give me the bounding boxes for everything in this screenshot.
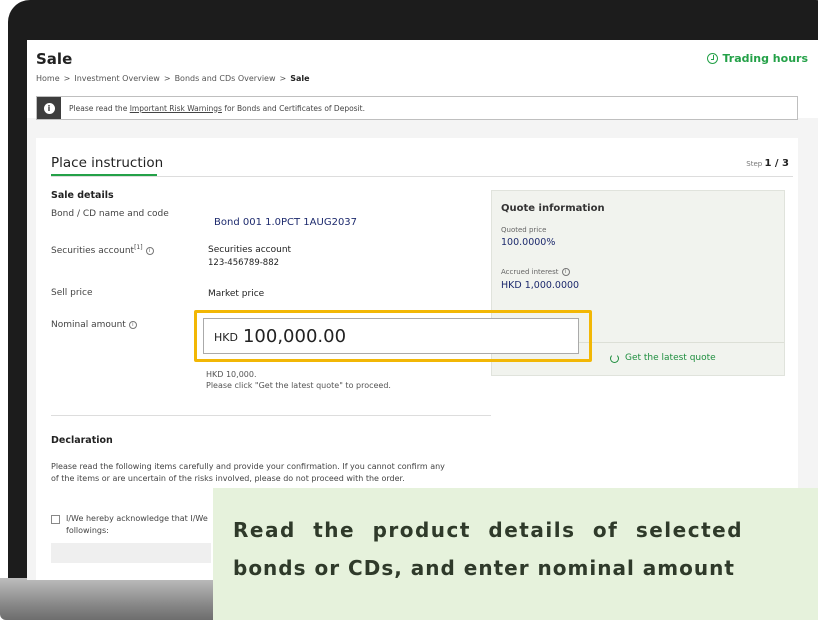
breadcrumb-separator: > (163, 74, 171, 83)
trading-hours-link[interactable]: Trading hours (707, 52, 808, 65)
divider (51, 415, 491, 416)
divider (51, 176, 793, 177)
caption-line-2: bonds or CDs, and enter nominal amount (233, 556, 735, 580)
breadcrumb-bonds-overview[interactable]: Bonds and CDs Overview (175, 74, 276, 83)
acknowledge-label-line-1: I/We hereby acknowledge that I/We (66, 514, 208, 523)
info-icon[interactable]: i (128, 320, 137, 329)
step-counter: Step 1 / 3 (746, 158, 789, 169)
bond-name-label: Bond / CD name and code (51, 209, 169, 219)
nominal-label-text: Nominal amount (51, 320, 126, 330)
quoted-price-label: Quoted price (501, 226, 547, 234)
breadcrumb-separator: > (279, 74, 287, 83)
step-count: 1 / 3 (764, 158, 789, 169)
info-icon[interactable]: i (561, 268, 570, 276)
bond-name-value: Bond 001 1.0PCT 1AUG2037 (214, 217, 358, 228)
accrued-interest-value: HKD 1,000.0000 (501, 280, 580, 291)
breadcrumb-home[interactable]: Home (36, 74, 60, 83)
accrued-label-text: Accrued interest (501, 268, 559, 276)
declaration-heading: Declaration (51, 435, 113, 446)
highlight-frame (194, 310, 592, 362)
declaration-items-box (51, 543, 211, 563)
caption-line-1: Read the product details of selected (233, 518, 744, 542)
warning-prefix: Please read the (69, 103, 130, 113)
nominal-amount-hint: HKD 10,000. Please click "Get the latest… (206, 369, 391, 391)
step-title: Place instruction (51, 155, 164, 171)
securities-account-number: 123-456789-882 (208, 258, 280, 268)
acknowledge-checkbox[interactable] (51, 515, 60, 524)
breadcrumb-current: Sale (290, 74, 310, 83)
refresh-icon (610, 353, 619, 363)
hint-line-2: Please click "Get the latest quote" to p… (206, 381, 391, 390)
get-quote-label: Get the latest quote (625, 353, 716, 363)
info-icon: i (37, 97, 61, 119)
step-label: Step (746, 160, 763, 168)
sell-price-value: Market price (208, 289, 265, 299)
info-icon[interactable]: i (145, 246, 154, 255)
breadcrumb-separator: > (63, 74, 71, 83)
quoted-price-value: 100.0000% (501, 237, 556, 248)
declaration-text: Please read the following items carefull… (51, 462, 445, 483)
trading-hours-label: Trading hours (722, 52, 808, 65)
account-label-text: Securities account (51, 246, 135, 256)
get-latest-quote-button[interactable]: Get the latest quote (610, 353, 716, 363)
quote-title: Quote information (501, 203, 605, 214)
securities-account-label: Securities account[1] i (51, 244, 154, 256)
warning-suffix: for Bonds and Certificates of Deposit. (221, 103, 365, 113)
acknowledge-label-line-2: followings: (66, 526, 109, 535)
risk-warning-text: Please read the Important Risk Warnings … (69, 104, 365, 113)
acknowledge-label: I/We hereby acknowledge that I/We follow… (66, 513, 226, 537)
page-title: Sale (36, 50, 73, 68)
breadcrumb: Home > Investment Overview > Bonds and C… (36, 74, 310, 83)
sell-price-label: Sell price (51, 288, 93, 298)
hint-line-1: HKD 10,000. (206, 370, 257, 379)
securities-account-name: Securities account (208, 245, 292, 255)
tutorial-caption: Read the product details of selected bon… (213, 488, 818, 620)
sale-details-heading: Sale details (51, 190, 114, 201)
risk-warning-banner: i Please read the Important Risk Warning… (36, 96, 798, 120)
account-footnote: [1] (134, 244, 143, 251)
breadcrumb-investment-overview[interactable]: Investment Overview (74, 74, 160, 83)
accrued-interest-label: Accrued interest i (501, 268, 570, 276)
clock-icon (707, 53, 719, 64)
risk-warnings-link[interactable]: Important Risk Warnings (130, 104, 222, 113)
nominal-amount-label: Nominal amount i (51, 320, 137, 330)
